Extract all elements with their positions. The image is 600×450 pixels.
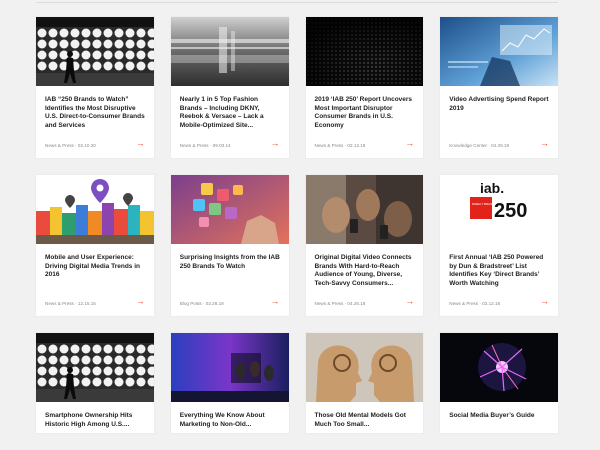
arrow-right-icon[interactable]: → [405,139,414,148]
thumbnail-city-pedestrian[interactable] [36,17,154,86]
article-card[interactable]: IAB “250 Brands to Watch” Identifies the… [36,17,154,158]
arrow-right-icon[interactable]: → [271,297,280,306]
article-title[interactable]: IAB “250 Brands to Watch” Identifies the… [45,96,147,130]
arrow-right-icon[interactable]: → [136,297,145,306]
article-card[interactable]: Nearly 1 in 5 Top Fashion Brands – Inclu… [170,17,289,158]
article-meta: News & Press · 02.12.18 [449,301,501,306]
article-meta: News & Press · 02.10.20 [45,143,96,148]
arrow-right-icon[interactable]: → [271,139,280,148]
article-title[interactable]: Nearly 1 in 5 Top Fashion Brands – Inclu… [180,96,282,130]
article-grid: IAB “250 Brands to Watch” Identifies the… [36,17,558,450]
iab-logo-text: iab. [480,180,504,196]
iab-logo-number: 250 [494,200,527,222]
thumbnail-plasma-ball[interactable] [440,333,558,402]
article-meta: News & Press · 04.26.18 [314,301,366,306]
article-title[interactable]: Surprising Insights from the IAB 250 Bra… [180,254,282,271]
article-card[interactable]: iab. DIRECT BRANDS TO WATCH 250 First An… [440,175,558,316]
thumbnail-dark-dots[interactable] [305,17,424,86]
article-title[interactable]: Those Old Mental Models Got Much Too Sma… [315,412,417,429]
article-meta: Blog Posts · 02.28.19 [179,301,224,306]
thumbnail-wooden-heads[interactable] [305,333,424,402]
article-meta: News & Press · 09.03.14 [179,143,231,148]
article-title[interactable]: 2019 ‘IAB 250’ Report Uncovers Most Impo… [315,96,417,130]
article-card[interactable]: Social Media Buyer’s Guide [440,333,558,433]
thumbnail-app-icons[interactable] [170,175,289,244]
thumbnail-blurred-street[interactable] [170,17,289,86]
thumbnail-panel-stage[interactable] [170,333,289,402]
thumbnail-city-pedestrian[interactable] [36,333,154,402]
article-title[interactable]: Video Advertising Spend Report 2019 [449,96,551,113]
article-title[interactable]: Original Digital Video Connects Brands W… [315,254,417,288]
article-meta: News & Press · 12.15.15 [45,301,96,306]
thumbnail-iab-250-logo[interactable]: iab. DIRECT BRANDS TO WATCH 250 [440,175,558,244]
article-card[interactable]: Surprising Insights from the IAB 250 Bra… [170,175,289,316]
article-title[interactable]: Smartphone Ownership Hits Historic High … [45,412,147,429]
arrow-right-icon[interactable]: → [540,297,549,306]
article-title[interactable]: Everything We Know About Marketing to No… [180,412,282,429]
article-card[interactable]: Video Advertising Spend Report 2019 Know… [440,17,558,158]
grid-row: Smartphone Ownership Hits Historic High … [36,333,558,433]
arrow-right-icon[interactable]: → [405,297,414,306]
article-meta: Knowledge Center · 04.29.19 [449,143,510,148]
article-meta: News & Press · 02.13.19 [314,143,366,148]
article-card[interactable]: 2019 ‘IAB 250’ Report Uncovers Most Impo… [305,17,424,158]
article-title[interactable]: Mobile and User Experience: Driving Digi… [45,254,147,280]
grid-row: Mobile and User Experience: Driving Digi… [36,175,558,316]
article-card[interactable]: Everything We Know About Marketing to No… [170,333,289,433]
article-card[interactable]: Those Old Mental Models Got Much Too Sma… [305,333,424,433]
grid-row: IAB “250 Brands to Watch” Identifies the… [36,17,558,158]
thumbnail-people-phones[interactable] [305,175,424,244]
arrow-right-icon[interactable]: → [540,139,549,148]
article-title[interactable]: First Annual ‘IAB 250 Powered by Dun & B… [449,254,551,288]
thumbnail-colorful-town[interactable] [36,175,154,244]
article-card[interactable]: Original Digital Video Connects Brands W… [305,175,424,316]
top-divider [36,2,558,3]
article-card[interactable]: Smartphone Ownership Hits Historic High … [36,333,154,433]
thumbnail-blue-data-screen[interactable] [440,17,558,86]
article-title[interactable]: Social Media Buyer’s Guide [449,412,551,421]
arrow-right-icon[interactable]: → [136,139,145,148]
article-card[interactable]: Mobile and User Experience: Driving Digi… [36,175,154,316]
